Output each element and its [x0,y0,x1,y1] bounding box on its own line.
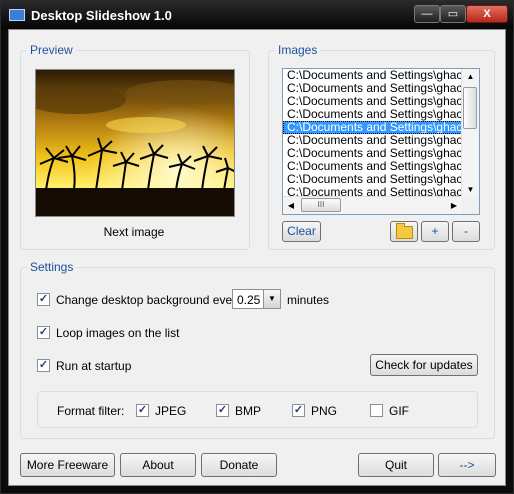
change-background-label: Change desktop background every [56,293,243,307]
interval-unit-label: minutes [287,293,330,307]
png-label: PNG [311,404,338,418]
scroll-right-arrow-icon[interactable]: ▶ [446,197,462,214]
client-area: Preview Next image Images C:\Documents a… [8,29,506,486]
png-checkbox[interactable]: ✓ [292,404,305,417]
title-bar[interactable]: Desktop Slideshow 1.0 — ▭ X [1,1,513,29]
folder-icon [395,223,413,239]
change-background-checkbox[interactable]: ✓ [37,293,50,306]
gif-checkbox[interactable] [370,404,383,417]
run-at-startup-label: Run at startup [56,359,132,373]
chevron-down-icon[interactable]: ▼ [263,290,280,308]
scroll-corner [462,197,479,214]
images-listbox[interactable]: C:\Documents and Settings\ghack\D C:\Doc… [282,68,480,215]
loop-images-label: Loop images on the list [56,326,180,340]
more-freeware-button[interactable]: More Freeware [20,453,115,477]
loop-images-checkbox[interactable]: ✓ [37,326,50,339]
list-item[interactable]: C:\Documents and Settings\ghack\D [283,82,462,95]
list-item[interactable]: C:\Documents and Settings\ghack\D [283,160,462,173]
run-at-startup-checkbox[interactable]: ✓ [37,359,50,372]
horizontal-scroll-thumb[interactable]: III [301,198,341,212]
gif-label: GIF [389,404,409,418]
list-item[interactable]: C:\Documents and Settings\ghack\D [283,69,462,82]
jpeg-checkbox[interactable]: ✓ [136,404,149,417]
jpeg-label: JPEG [155,404,187,418]
sunset-palm-image [36,70,234,216]
interval-value: 0.25 [237,293,261,307]
app-window: Desktop Slideshow 1.0 — ▭ X Preview Next… [0,0,514,494]
settings-group-label: Settings [27,260,77,274]
vertical-scroll-thumb[interactable] [463,87,477,129]
check-for-updates-button[interactable]: Check for updates [370,354,478,376]
scroll-left-arrow-icon[interactable]: ◀ [283,197,299,214]
next-image-label: Next image [103,225,165,239]
images-list: C:\Documents and Settings\ghack\D C:\Doc… [283,69,462,198]
remove-image-button[interactable]: - [452,221,480,242]
open-folder-button[interactable] [390,221,418,242]
preview-group-label: Preview [27,43,76,57]
list-item[interactable]: C:\Documents and Settings\ghack\D [283,108,462,121]
interval-select[interactable]: 0.25 ▼ [232,289,281,309]
close-button[interactable]: X [466,5,508,23]
format-filter-label: Format filter: [57,404,125,418]
list-item-selected[interactable]: C:\Documents and Settings\ghack\D [283,121,462,134]
preview-image[interactable] [35,69,235,217]
window-title: Desktop Slideshow 1.0 [31,8,172,23]
app-icon [9,9,25,21]
scroll-up-arrow-icon[interactable]: ▲ [462,69,479,85]
horizontal-scrollbar[interactable]: ◀ III ▶ [283,196,462,214]
bmp-checkbox[interactable]: ✓ [216,404,229,417]
minimize-button[interactable]: — [414,5,440,23]
images-group-label: Images [275,43,321,57]
list-item[interactable]: C:\Documents and Settings\ghack\D [283,134,462,147]
vertical-scrollbar[interactable]: ▲ ▼ [461,69,479,198]
list-item[interactable]: C:\Documents and Settings\ghack\D [283,147,462,160]
bmp-label: BMP [235,404,262,418]
scroll-down-arrow-icon[interactable]: ▼ [462,182,479,198]
clear-button[interactable]: Clear [282,221,321,242]
add-image-button[interactable]: + [421,221,449,242]
list-item[interactable]: C:\Documents and Settings\ghack\D [283,173,462,186]
list-item[interactable]: C:\Documents and Settings\ghack\D [283,95,462,108]
maximize-button[interactable]: ▭ [440,5,466,23]
donate-button[interactable]: Donate [201,453,277,477]
quit-button[interactable]: Quit [358,453,434,477]
next-button[interactable]: --> [438,453,496,477]
about-button[interactable]: About [120,453,196,477]
